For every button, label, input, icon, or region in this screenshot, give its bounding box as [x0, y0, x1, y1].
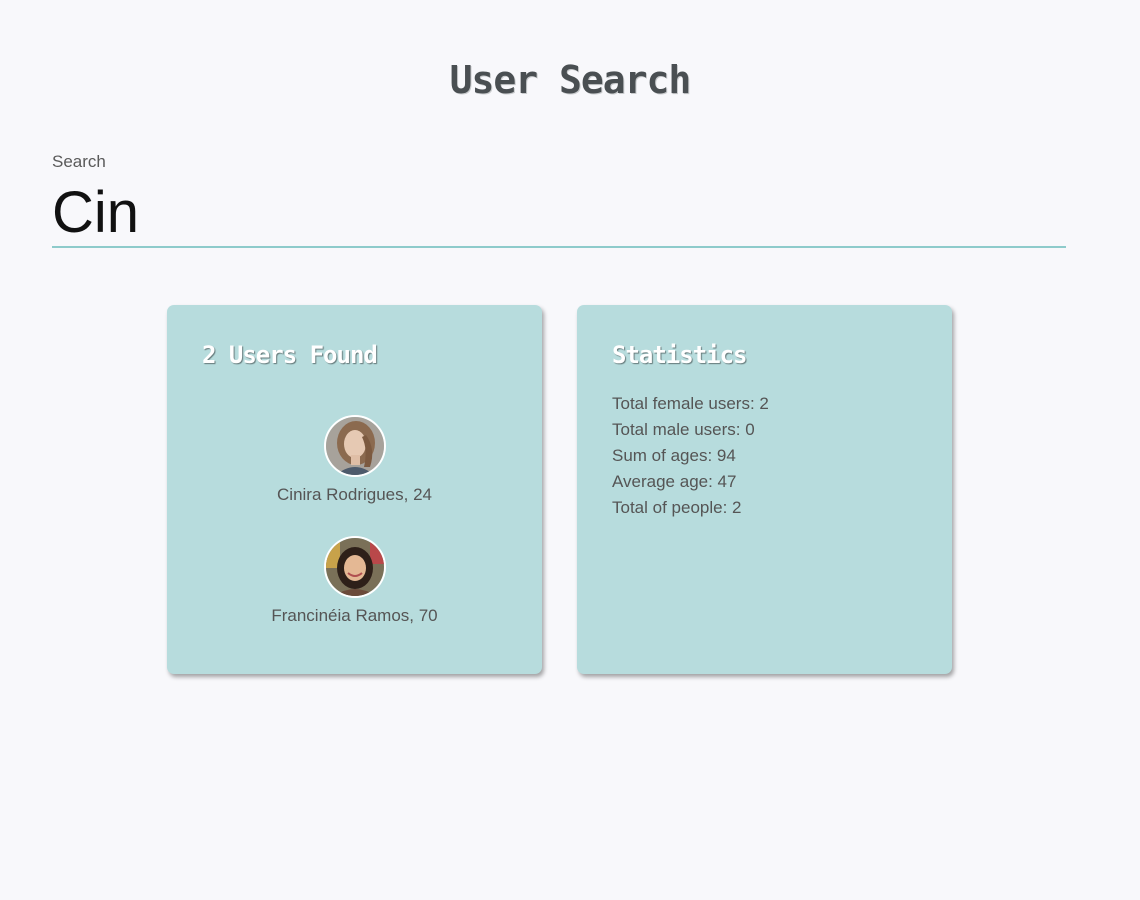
stat-sum-of-ages: Sum of ages: 94	[612, 446, 736, 465]
user-list: Cinira Rodrigues, 24 Francinéia Ramos, 7…	[167, 415, 542, 657]
user-name: Cinira Rodrigues, 24	[277, 485, 432, 504]
statistics-list: Total female users: 2 Total male users: …	[612, 391, 769, 521]
stat-total-people: Total of people: 2	[612, 498, 742, 517]
users-found-title: 2 Users Found	[202, 341, 378, 369]
statistics-card: Statistics Total female users: 2 Total m…	[577, 305, 952, 674]
users-found-card: 2 Users Found Cinira Rodrigues, 24 Franc…	[167, 305, 542, 674]
user-name: Francinéia Ramos, 70	[271, 606, 438, 625]
stat-male-users: Total male users: 0	[612, 420, 755, 439]
user-list-item: Cinira Rodrigues, 24	[167, 415, 542, 536]
avatar	[323, 415, 386, 477]
stat-female-users: Total female users: 2	[612, 394, 769, 413]
search-input[interactable]	[52, 178, 1066, 248]
avatar	[323, 536, 386, 598]
user-avatar-photo-icon	[325, 538, 384, 596]
page-title: User Search	[449, 58, 692, 102]
user-avatar-photo-icon	[325, 417, 384, 475]
search-label: Search	[52, 152, 106, 171]
user-list-item: Francinéia Ramos, 70	[167, 536, 542, 657]
stat-average-age: Average age: 47	[612, 472, 737, 491]
statistics-title: Statistics	[612, 341, 747, 369]
